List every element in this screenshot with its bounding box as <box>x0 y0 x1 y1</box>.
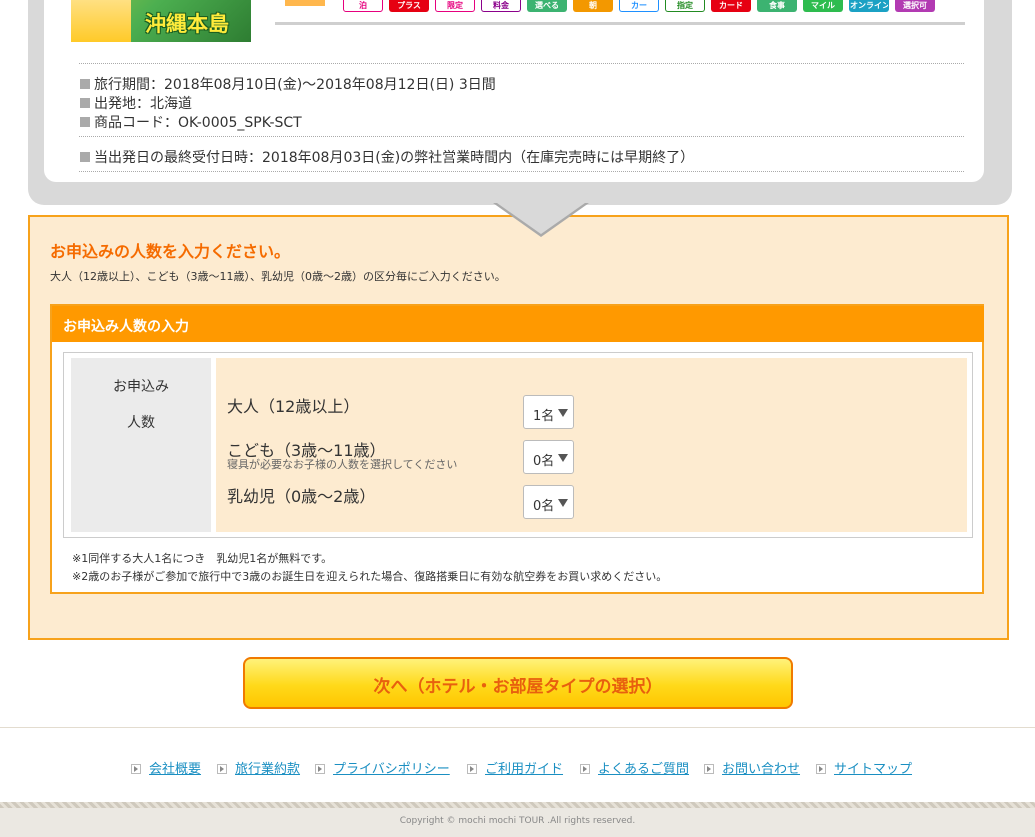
label-line-2: 人数 <box>127 415 155 431</box>
footer-link-label: サイトマップ <box>834 762 913 777</box>
footer-links: 会社概要 旅行業約款 プライバシポリシー ご利用ガイド よくあるご質問 お問い合… <box>0 758 1035 778</box>
arrow-right-icon <box>315 764 325 774</box>
child-sub-label: 寝具が必要なお子様の人数を選択してください <box>227 458 458 471</box>
badge-divider <box>275 22 965 25</box>
travel-period: 旅行期間：2018年08月10日(金)～2018年08月12日(日) 3日間 <box>80 74 496 94</box>
infant-label: 乳幼児（0歳〜2歳） <box>227 487 376 506</box>
feature-badge: 選択可 <box>895 0 935 12</box>
child-count-select[interactable]: 0名 <box>523 440 574 474</box>
feature-badge: オンライン <box>849 0 889 12</box>
arrow-right-icon <box>816 764 826 774</box>
chevron-down-icon <box>558 454 568 462</box>
divider <box>79 136 964 137</box>
box-header-title: お申込み人数の入力 <box>63 319 189 335</box>
footer-link-guide[interactable]: ご利用ガイド <box>467 758 563 777</box>
arrow-right-icon <box>131 764 141 774</box>
feature-badge: 食事 <box>757 0 797 12</box>
product-code-text: 商品コード：OK-0005_SPK-SCT <box>94 115 302 131</box>
tour-thumbnail[interactable]: 沖縄本島 <box>71 0 251 42</box>
footer-link-label: お問い合わせ <box>722 762 801 777</box>
tour-tag-strip <box>285 0 325 6</box>
travel-period-text: 旅行期間：2018年08月10日(金)～2018年08月12日(日) 3日間 <box>94 77 496 93</box>
footer-link-faq[interactable]: よくあるご質問 <box>580 758 689 777</box>
chevron-down-icon <box>558 409 568 417</box>
feature-badge: 限定 <box>435 0 475 12</box>
infant-count-value: 0名 <box>533 499 555 514</box>
arrow-right-icon <box>217 764 227 774</box>
feature-badge: カー <box>619 0 659 12</box>
passenger-label-cell: お申込み 人数 <box>71 358 211 532</box>
footer-link-privacy[interactable]: プライバシポリシー <box>315 758 450 777</box>
adult-count-select[interactable]: 1名 <box>523 395 574 429</box>
footer-link-label: 会社概要 <box>149 762 202 777</box>
passenger-input-header: お申込み人数の入力 <box>52 306 984 342</box>
thumbnail-image-area <box>71 0 131 42</box>
adult-count-value: 1名 <box>533 409 555 424</box>
feature-badge: プラス <box>389 0 429 12</box>
section-title: お申込みの人数を入力ください。 <box>50 242 291 261</box>
label-line-1: お申込み <box>113 379 169 395</box>
divider <box>79 171 964 172</box>
adult-label: 大人（12歳以上） <box>227 397 360 416</box>
arrow-right-icon <box>580 764 590 774</box>
footer-divider <box>0 727 1035 728</box>
feature-badge: 選べる <box>527 0 567 12</box>
feature-badge: 泊 <box>343 0 383 12</box>
bullet-square-icon <box>80 117 90 127</box>
note-infant-free: ※1同伴する大人1名につき 乳幼児1名が無料です。 <box>72 552 333 565</box>
feature-badge: マイル <box>803 0 843 12</box>
feature-badge: 朝 <box>573 0 613 12</box>
infant-count-select[interactable]: 0名 <box>523 485 574 519</box>
copyright: Copyright © mochi mochi TOUR .All rights… <box>399 816 636 826</box>
footer-link-contact[interactable]: お問い合わせ <box>704 758 800 777</box>
footer-link-company[interactable]: 会社概要 <box>131 758 201 777</box>
bullet-square-icon <box>80 79 90 89</box>
bullet-square-icon <box>80 98 90 108</box>
child-count-value: 0名 <box>533 454 555 469</box>
footer-link-label: プライバシポリシー <box>333 762 450 777</box>
next-button[interactable]: 次へ（ホテル・お部屋タイプの選択） <box>243 657 793 709</box>
departure: 出発地：北海道 <box>80 93 192 113</box>
feature-badge: 指定 <box>665 0 705 12</box>
footer-link-label: よくあるご質問 <box>598 762 690 777</box>
footer-link-label: ご利用ガイド <box>485 762 564 777</box>
arrow-right-icon <box>467 764 477 774</box>
chevron-down-icon <box>558 499 568 507</box>
arrow-right-icon <box>704 764 714 774</box>
thumbnail-label: 沖縄本島 <box>145 12 229 36</box>
deadline-text: 当出発日の最終受付日時：2018年08月03日(金)の弊社営業時間内（在庫完売時… <box>94 150 695 166</box>
bullet-square-icon <box>80 152 90 162</box>
section-description: 大人（12歳以上）、こども（3歳〜11歳）、乳幼児（0歳〜2歳）の区分毎にご入力… <box>50 270 506 283</box>
footer-link-terms[interactable]: 旅行業約款 <box>217 758 300 777</box>
feature-badge: 料金 <box>481 0 521 12</box>
footer-link-label: 旅行業約款 <box>235 762 301 777</box>
departure-text: 出発地：北海道 <box>94 96 192 112</box>
next-button-label: 次へ（ホテル・お部屋タイプの選択） <box>373 677 663 697</box>
feature-badge: カード <box>711 0 751 12</box>
divider <box>79 63 964 64</box>
note-birthday: ※2歳のお子様がご参加で旅行中で3歳のお誕生日を迎えられた場合、復路搭乗日に有効… <box>72 570 668 583</box>
deadline: 当出発日の最終受付日時：2018年08月03日(金)の弊社営業時間内（在庫完売時… <box>80 147 694 167</box>
product-code: 商品コード：OK-0005_SPK-SCT <box>80 112 302 132</box>
footer-link-sitemap[interactable]: サイトマップ <box>816 758 912 777</box>
section-pointer-inner <box>497 203 585 234</box>
